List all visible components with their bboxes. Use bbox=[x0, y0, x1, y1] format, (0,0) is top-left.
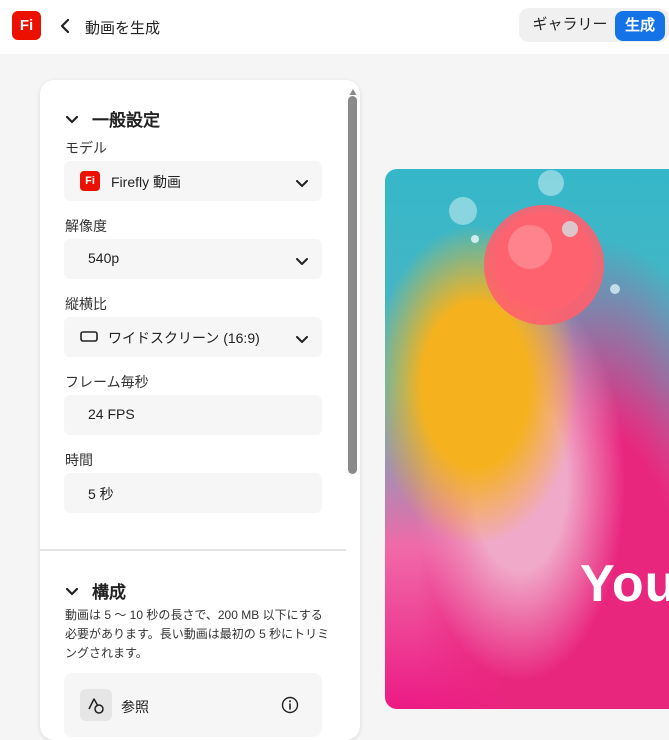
model-label: モデル bbox=[65, 140, 107, 156]
generate-button[interactable]: 生成 bbox=[615, 11, 665, 41]
fps-value: 24 FPS bbox=[88, 406, 135, 422]
resolution-select[interactable]: 540p bbox=[64, 239, 322, 279]
fps-field[interactable]: 24 FPS bbox=[64, 395, 322, 435]
section-divider bbox=[40, 549, 346, 551]
page-title: 動画を生成 bbox=[85, 20, 161, 37]
chevron-down-icon bbox=[65, 581, 79, 601]
gallery-button[interactable]: ギャラリー bbox=[529, 8, 611, 42]
back-chevron-icon[interactable] bbox=[58, 14, 72, 38]
preview-overlay-text: You bbox=[580, 555, 669, 613]
panel-scrollbar[interactable] bbox=[348, 96, 357, 474]
composition-header[interactable]: 構成 bbox=[65, 578, 126, 603]
general-settings-header[interactable]: 一般設定 bbox=[65, 106, 160, 131]
aspect-ratio-value: ワイドスクリーン (16:9) bbox=[108, 330, 260, 346]
widescreen-icon bbox=[80, 330, 98, 346]
fps-label: フレーム毎秒 bbox=[65, 374, 149, 390]
duration-label: 時間 bbox=[65, 452, 93, 468]
firefly-logo[interactable]: Fi bbox=[12, 11, 41, 40]
resolution-value: 540p bbox=[88, 250, 120, 266]
chevron-down-icon bbox=[296, 253, 308, 269]
video-preview-image: You bbox=[385, 169, 669, 709]
duration-field[interactable]: 5 秒 bbox=[64, 473, 322, 513]
firefly-model-icon: Fi bbox=[80, 171, 100, 191]
chevron-down-icon bbox=[296, 331, 308, 347]
info-icon[interactable] bbox=[281, 696, 299, 714]
model-select[interactable]: Fi Firefly 動画 bbox=[64, 161, 322, 201]
general-settings-title: 一般設定 bbox=[92, 111, 160, 130]
aspect-ratio-select[interactable]: ワイドスクリーン (16:9) bbox=[64, 317, 322, 357]
chevron-down-icon bbox=[65, 109, 79, 129]
composition-description: 動画は 5 ～ 10 秒の長さで、200 MB 以下にする必要があります。長い動… bbox=[65, 608, 330, 660]
duration-value: 5 秒 bbox=[88, 486, 114, 502]
composition-title: 構成 bbox=[92, 583, 126, 602]
reference-label: 参照 bbox=[121, 699, 149, 715]
chevron-down-icon bbox=[296, 175, 308, 191]
aspect-ratio-label: 縦横比 bbox=[65, 296, 107, 312]
scroll-up-arrow-icon[interactable] bbox=[349, 83, 357, 95]
model-value: Firefly 動画 bbox=[111, 174, 181, 190]
shapes-icon bbox=[80, 689, 112, 721]
resolution-label: 解像度 bbox=[65, 218, 107, 234]
